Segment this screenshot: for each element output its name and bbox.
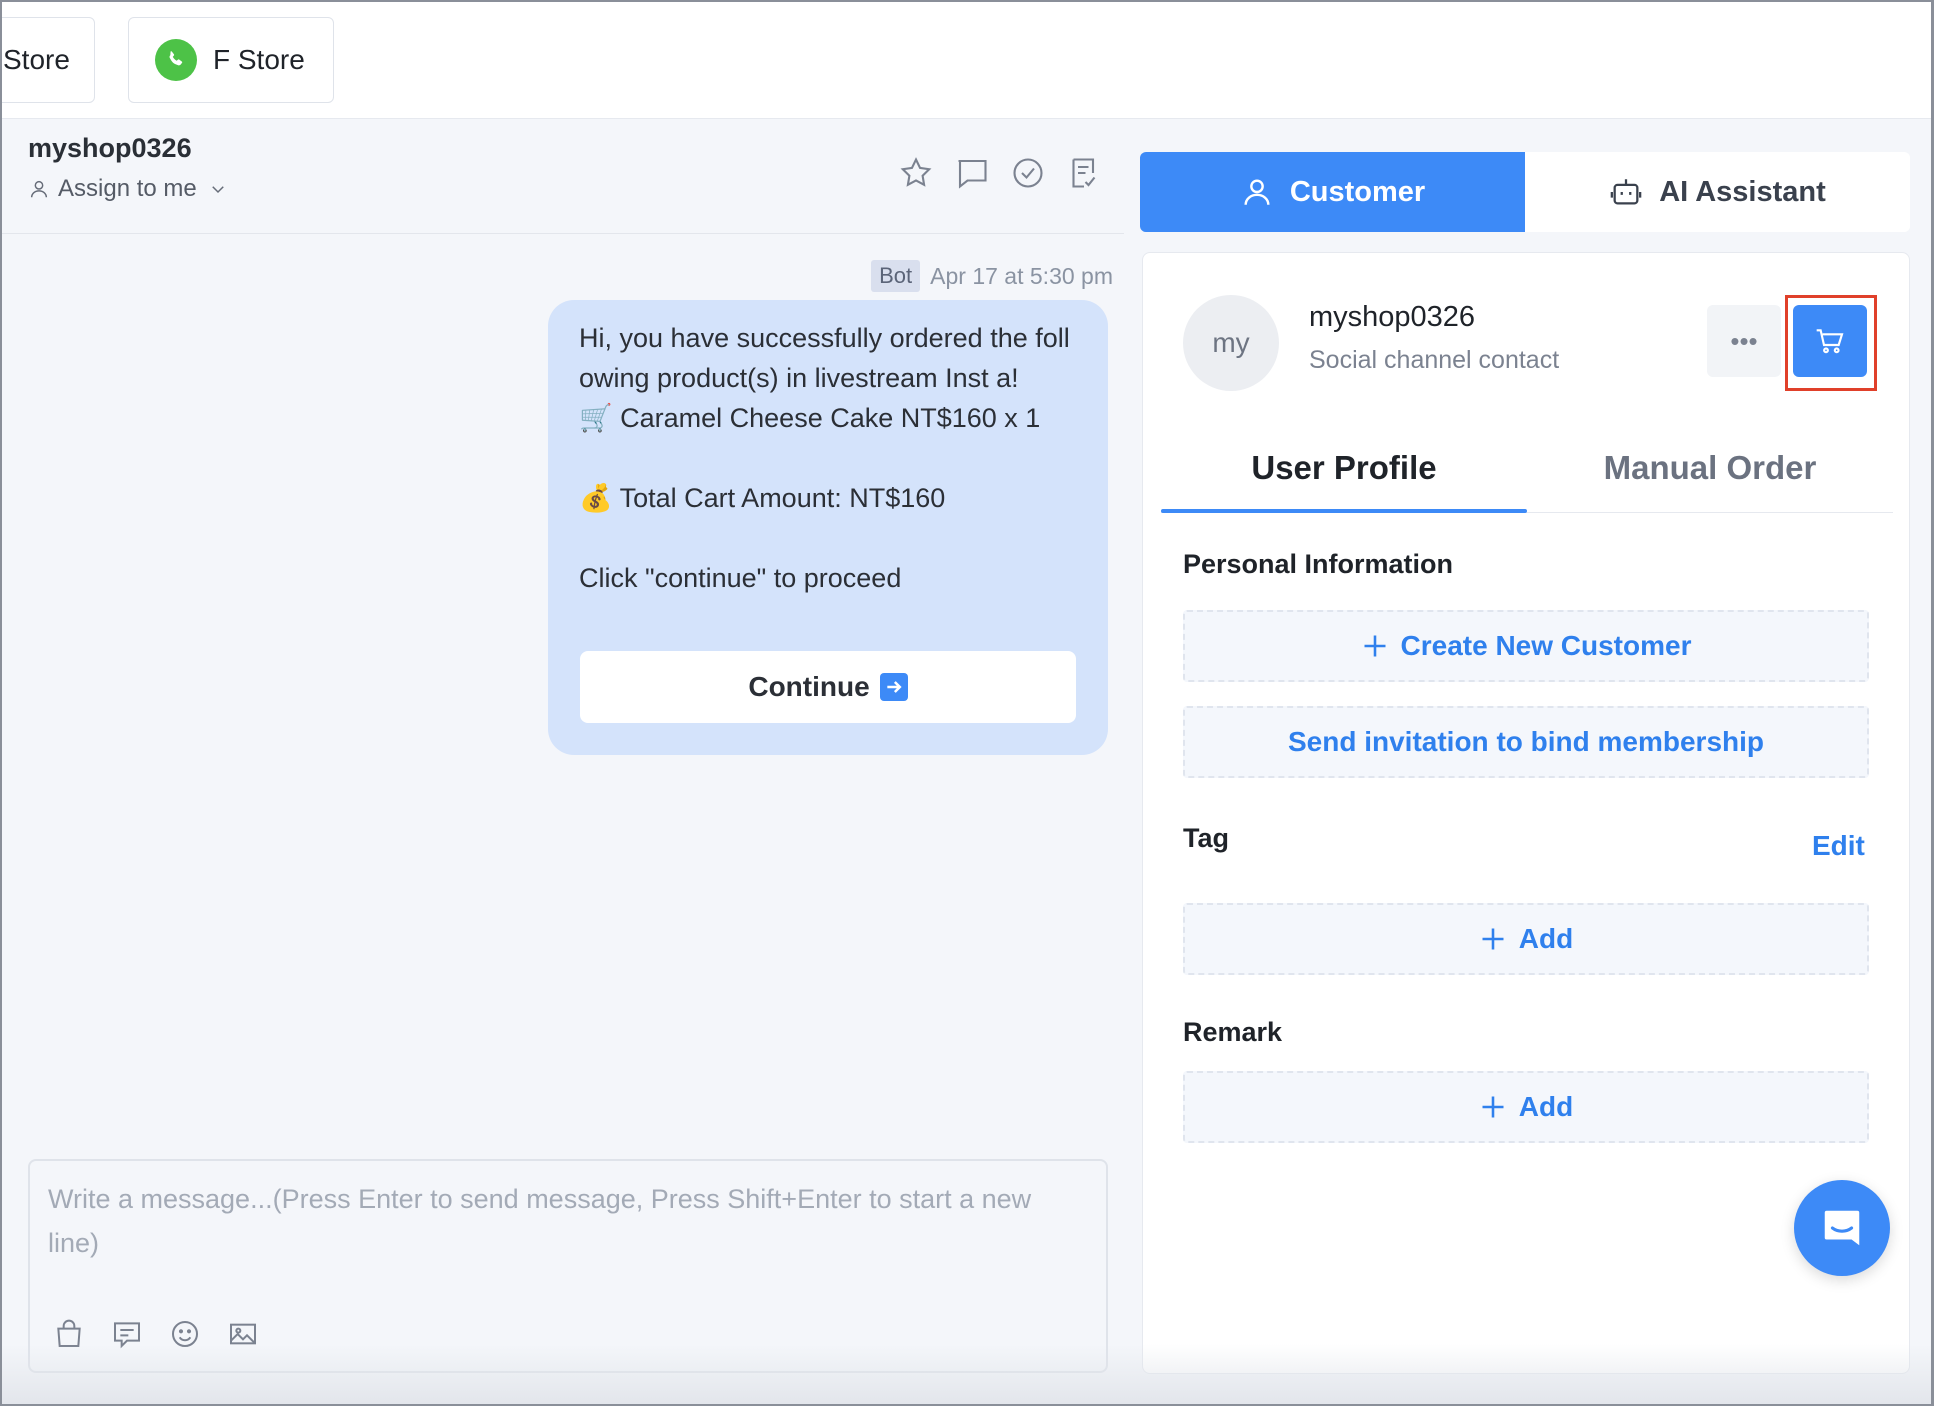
tab-customer[interactable]: Customer bbox=[1140, 152, 1525, 232]
message-text: Hi, you have successfully ordered the fo… bbox=[579, 323, 1070, 593]
personal-info-title: Personal Information bbox=[1183, 549, 1454, 579]
conversation-actions bbox=[898, 155, 1102, 191]
user-icon bbox=[1244, 179, 1270, 205]
cart-button[interactable] bbox=[1793, 305, 1867, 377]
send-invitation-label: Send invitation to bind membership bbox=[1287, 726, 1765, 757]
check-circle-icon[interactable] bbox=[1010, 155, 1046, 191]
chat-bubble-icon bbox=[1824, 1210, 1860, 1246]
app-window: Store F Store myshop0326 Assign to me Bo… bbox=[0, 0, 1934, 1406]
avatar: my bbox=[1183, 295, 1279, 391]
image-icon[interactable] bbox=[226, 1317, 260, 1351]
send-invitation-button[interactable]: Send invitation to bind membership bbox=[1183, 706, 1869, 778]
arrow-right-icon bbox=[879, 673, 908, 701]
tab-user-profile[interactable]: User Profile bbox=[1161, 423, 1527, 513]
panel-switch: Customer AI Assistant bbox=[1140, 152, 1910, 232]
cart-icon bbox=[1816, 329, 1844, 354]
message-input[interactable] bbox=[48, 1177, 1088, 1277]
composer-toolbar bbox=[52, 1317, 260, 1351]
bot-badge: Bot bbox=[871, 260, 921, 292]
message-bubble: Hi, you have successfully ordered the fo… bbox=[548, 300, 1108, 755]
store-tab-label: F Store bbox=[213, 44, 305, 75]
quick-reply-icon[interactable] bbox=[110, 1317, 144, 1351]
continue-label: Continue bbox=[748, 671, 870, 702]
assign-dropdown[interactable]: Assign to me bbox=[28, 175, 235, 203]
contact-subtitle: Social channel contact bbox=[1309, 346, 1560, 374]
customer-profile-card: my myshop0326 Social channel contact •••… bbox=[1142, 252, 1910, 1374]
conversation-title: myshop0326 bbox=[28, 133, 192, 163]
tab-manual-order[interactable]: Manual Order bbox=[1527, 423, 1893, 512]
contact-name: myshop0326 bbox=[1309, 301, 1476, 333]
add-tag-label: Add bbox=[1518, 923, 1574, 954]
tab-ai-assistant-label: AI Assistant bbox=[1659, 175, 1826, 208]
message-timestamp: Apr 17 at 5:30 pm bbox=[930, 262, 1113, 289]
remark-title: Remark bbox=[1183, 1017, 1283, 1047]
tag-title: Tag bbox=[1183, 823, 1229, 853]
message-meta: Bot Apr 17 at 5:30 pm bbox=[871, 260, 1113, 292]
user-icon bbox=[30, 180, 48, 198]
message-composer bbox=[28, 1159, 1108, 1373]
profile-sub-tabs: User Profile Manual Order bbox=[1161, 423, 1893, 513]
whatsapp-icon bbox=[155, 39, 197, 81]
tag-edit-link[interactable]: Edit bbox=[1812, 830, 1865, 862]
support-chat-button[interactable] bbox=[1794, 1180, 1890, 1276]
more-icon: ••• bbox=[1730, 325, 1758, 356]
more-button[interactable]: ••• bbox=[1707, 305, 1781, 377]
plus-icon bbox=[1482, 928, 1504, 950]
create-customer-label: Create New Customer bbox=[1400, 630, 1692, 661]
tab-customer-label: Customer bbox=[1289, 175, 1426, 208]
add-remark-button[interactable]: Add bbox=[1183, 1071, 1869, 1143]
store-tab-label: Store bbox=[3, 44, 70, 75]
store-tab[interactable]: Store bbox=[2, 17, 95, 103]
comment-icon[interactable] bbox=[954, 155, 990, 191]
plus-icon bbox=[1482, 1096, 1504, 1118]
star-icon[interactable] bbox=[898, 155, 934, 191]
add-remark-label: Add bbox=[1518, 1091, 1574, 1122]
note-check-icon[interactable] bbox=[1066, 155, 1102, 191]
assign-label: Assign to me bbox=[58, 175, 197, 202]
add-tag-button[interactable]: Add bbox=[1183, 903, 1869, 975]
create-customer-button[interactable]: Create New Customer bbox=[1183, 610, 1869, 682]
store-tab-f-store[interactable]: F Store bbox=[128, 17, 334, 103]
plus-icon bbox=[1364, 635, 1385, 657]
emoji-icon[interactable] bbox=[168, 1317, 202, 1351]
continue-button[interactable]: Continue bbox=[580, 651, 1076, 723]
chevron-down-icon bbox=[211, 186, 224, 194]
chat-header: myshop0326 Assign to me bbox=[2, 119, 1124, 234]
shopping-bag-icon[interactable] bbox=[52, 1317, 86, 1351]
robot-icon bbox=[1610, 179, 1642, 205]
store-tab-bar: Store F Store bbox=[2, 2, 1931, 119]
tab-ai-assistant[interactable]: AI Assistant bbox=[1525, 152, 1910, 232]
